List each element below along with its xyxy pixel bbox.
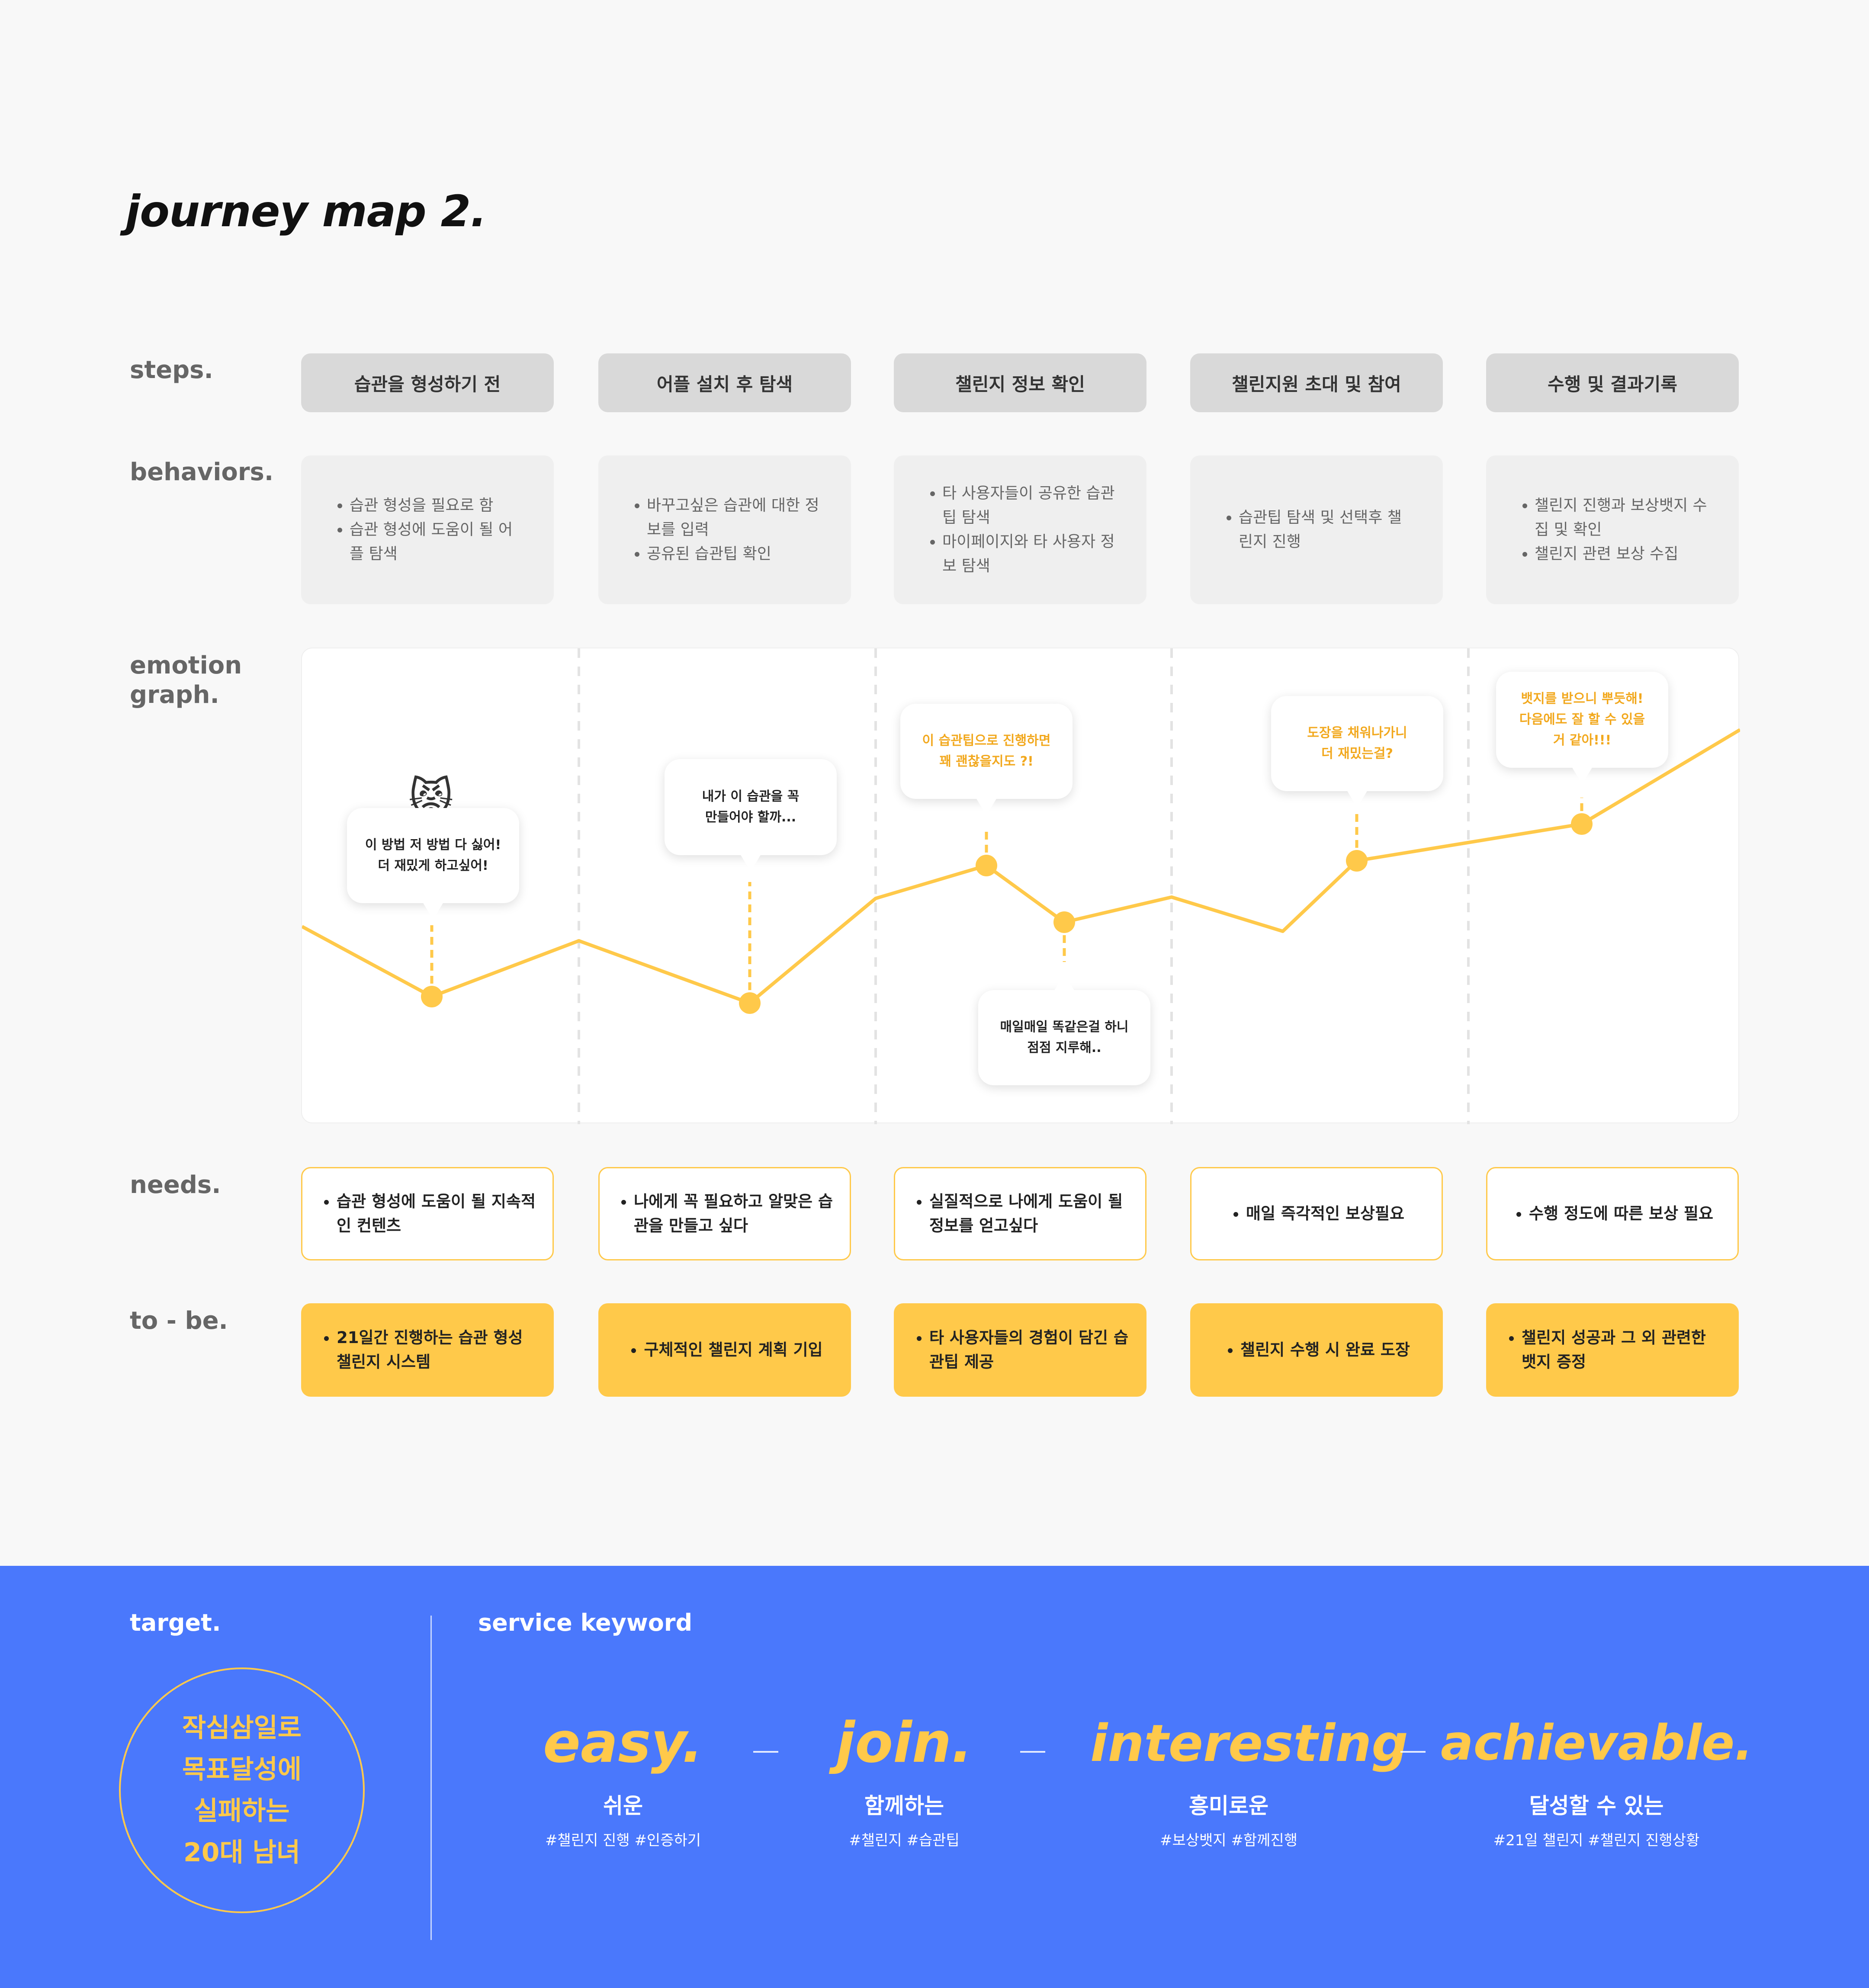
tobe-box: 21일간 진행하는 습관 형성 챌린지 시스템 bbox=[301, 1303, 554, 1397]
needs-box: 실질적으로 나에게 도움이 될 정보를 얻고싶다 bbox=[894, 1167, 1146, 1260]
row-label-emotion-graph: emotion graph. bbox=[130, 651, 242, 710]
keyword-tags: #챌린지 진행 #인증하기 bbox=[545, 1832, 701, 1849]
emotion-bubble: 이 방법 저 방법 다 싫어! 더 재밌게 하고싶어! bbox=[347, 808, 519, 920]
keyword-en: achievable. bbox=[1441, 1715, 1753, 1771]
behavior-item: 습관 형성에 도움이 될 어플 탐색 bbox=[350, 518, 523, 566]
bubble-text: 도장을 채워나가니 더 재밌는걸? bbox=[1307, 725, 1407, 761]
row-label-needs: needs. bbox=[130, 1171, 221, 1199]
needs-item: 습관 형성에 도움이 될 지속적인 컨텐츠 bbox=[337, 1190, 536, 1238]
row-label-steps: steps. bbox=[130, 356, 213, 384]
behavior-box: 바꾸고싶은 습관에 대한 정보를 입력공유된 습관팁 확인 bbox=[598, 455, 851, 604]
needs-box: 매일 즉각적인 보상필요 bbox=[1190, 1167, 1443, 1260]
target-circle: 작심삼일로 목표달성에 실패하는 20대 남녀 bbox=[119, 1667, 365, 1913]
tobe-box: 챌린지 수행 시 완료 도장 bbox=[1190, 1303, 1443, 1397]
step-box: 수행 및 결과기록 bbox=[1486, 353, 1739, 412]
emotion-bubble: 매일매일 똑같은걸 하니 점점 지루해.. bbox=[978, 974, 1150, 1085]
keyword-easy: easy. 쉬운 #챌린지 진행 #인증하기 bbox=[485, 1711, 761, 1850]
keyword-en: easy. bbox=[543, 1711, 703, 1775]
behavior-item: 습관팁 탐색 및 선택후 챌린지 진행 bbox=[1239, 506, 1412, 554]
keyword-ko: 쉬운 bbox=[603, 1793, 643, 1818]
keyword-achievable: achievable. 달성할 수 있는 #21일 챌린지 #챌린지 진행상황 bbox=[1441, 1711, 1753, 1850]
emotion-bubble: 도장을 채워나가니 더 재밌는걸? bbox=[1271, 696, 1443, 808]
step-box: 챌린지 정보 확인 bbox=[894, 353, 1146, 412]
behavior-item: 마이페이지와 타 사용자 정보 탐색 bbox=[942, 530, 1115, 578]
emotion-point bbox=[421, 986, 443, 1007]
keyword-en: join. bbox=[836, 1711, 973, 1775]
tobe-item: 타 사용자들의 경험이 담긴 습관팁 제공 bbox=[929, 1326, 1128, 1374]
keyword-ko: 함께하는 bbox=[864, 1793, 944, 1818]
keyword-en: interesting bbox=[1090, 1713, 1408, 1773]
needs-box: 습관 형성에 도움이 될 지속적인 컨텐츠 bbox=[301, 1167, 554, 1260]
behavior-box: 습관팁 탐색 및 선택후 챌린지 진행 bbox=[1190, 455, 1443, 604]
footer-divider bbox=[430, 1616, 432, 1940]
needs-item: 실질적으로 나에게 도움이 될 정보를 얻고싶다 bbox=[929, 1190, 1128, 1238]
behavior-item: 공유된 습관팁 확인 bbox=[647, 542, 820, 566]
behavior-box: 챌린지 진행과 보상뱃지 수집 및 확인챌린지 관련 보상 수집 bbox=[1486, 455, 1739, 604]
page-title: journey map 2. bbox=[125, 186, 487, 237]
needs-box: 수행 정도에 따른 보상 필요 bbox=[1486, 1167, 1739, 1260]
behavior-item: 챌린지 진행과 보상뱃지 수집 및 확인 bbox=[1535, 494, 1708, 542]
emotion-point bbox=[976, 855, 997, 876]
emotion-point bbox=[1346, 850, 1368, 872]
keyword-separator bbox=[1400, 1751, 1426, 1753]
emotion-point bbox=[1571, 813, 1593, 835]
tobe-item: 챌린지 성공과 그 외 관련한 뱃지 증정 bbox=[1522, 1326, 1721, 1374]
emotion-point bbox=[739, 992, 761, 1014]
tobe-box: 챌린지 성공과 그 외 관련한 뱃지 증정 bbox=[1486, 1303, 1739, 1397]
emotion-graph-panel: 😾 이 방법 저 방법 다 싫어! 더 재밌게 하고싶어! 내가 이 습관을 꼭… bbox=[301, 648, 1740, 1124]
tobe-item: 구체적인 챌린지 계획 기입 bbox=[644, 1338, 822, 1362]
row-label-emotion-line1: emotion bbox=[130, 651, 242, 680]
keyword-label: service keyword bbox=[478, 1609, 693, 1636]
bubble-text: 이 습관팁으로 진행하면 꽤 괜찮을지도 ?! bbox=[922, 733, 1051, 769]
needs-box: 나에게 꼭 필요하고 알맞은 습관을 만들고 싶다 bbox=[598, 1167, 851, 1260]
keyword-tags: #보상뱃지 #함께진행 bbox=[1159, 1832, 1298, 1849]
bubble-text: 이 방법 저 방법 다 싫어! 더 재밌게 하고싶어! bbox=[365, 837, 501, 873]
bubble-text: 내가 이 습관을 꼭 만들어야 할까... bbox=[702, 789, 800, 825]
keyword-ko: 달성할 수 있는 bbox=[1529, 1793, 1664, 1818]
emotion-bubble: 이 습관팁으로 진행하면 꽤 괜찮을지도 ?! bbox=[900, 704, 1073, 815]
needs-item: 매일 즉각적인 보상필요 bbox=[1246, 1202, 1404, 1226]
behavior-item: 타 사용자들이 공유한 습관팁 탐색 bbox=[942, 481, 1115, 530]
tobe-box: 타 사용자들의 경험이 담긴 습관팁 제공 bbox=[894, 1303, 1146, 1397]
target-text: 작심삼일로 목표달성에 실패하는 20대 남녀 bbox=[182, 1713, 302, 1868]
bubble-text: 뱃지를 받으니 뿌듯해! 다음에도 잘 할 수 있을 거 같아!!! bbox=[1519, 691, 1645, 748]
step-box: 습관을 형성하기 전 bbox=[301, 353, 554, 412]
row-label-behaviors: behaviors. bbox=[130, 458, 274, 486]
tobe-box: 구체적인 챌린지 계획 기입 bbox=[598, 1303, 851, 1397]
emotion-bubble: 뱃지를 받으니 뿌듯해! 다음에도 잘 할 수 있을 거 같아!!! bbox=[1496, 672, 1668, 784]
tobe-item: 챌린지 수행 시 완료 도장 bbox=[1240, 1338, 1410, 1362]
needs-item: 수행 정도에 따른 보상 필요 bbox=[1529, 1202, 1713, 1226]
keyword-ko: 흥미로운 bbox=[1189, 1793, 1268, 1818]
step-box: 챌린지원 초대 및 참여 bbox=[1190, 353, 1443, 412]
step-box: 어플 설치 후 탐색 bbox=[598, 353, 851, 412]
behavior-item: 습관 형성을 필요로 함 bbox=[350, 494, 523, 518]
keyword-join: join. 함께하는 #챌린지 #습관팁 bbox=[766, 1711, 1043, 1850]
row-label-tobe: to - be. bbox=[130, 1307, 228, 1335]
bubble-text: 매일매일 똑같은걸 하니 점점 지루해.. bbox=[1000, 1020, 1129, 1055]
behavior-item: 바꾸고싶은 습관에 대한 정보를 입력 bbox=[647, 494, 820, 542]
target-label: target. bbox=[130, 1609, 221, 1636]
emotion-point bbox=[1053, 911, 1075, 933]
tobe-item: 21일간 진행하는 습관 형성 챌린지 시스템 bbox=[337, 1326, 536, 1374]
keyword-interesting: interesting 흥미로운 #보상뱃지 #함께진행 bbox=[1090, 1711, 1408, 1850]
keyword-separator bbox=[1020, 1751, 1045, 1753]
keyword-tags: #21일 챌린지 #챌린지 진행상황 bbox=[1493, 1832, 1700, 1849]
needs-item: 나에게 꼭 필요하고 알맞은 습관을 만들고 싶다 bbox=[634, 1190, 833, 1238]
row-label-emotion-line2: graph. bbox=[130, 681, 219, 709]
keyword-tags: #챌린지 #습관팁 bbox=[849, 1832, 960, 1849]
emotion-bubble: 내가 이 습관을 꼭 만들어야 할까... bbox=[665, 759, 837, 872]
behavior-item: 챌린지 관련 보상 수집 bbox=[1535, 542, 1708, 566]
behavior-box: 습관 형성을 필요로 함습관 형성에 도움이 될 어플 탐색 bbox=[301, 455, 554, 604]
behavior-box: 타 사용자들이 공유한 습관팁 탐색마이페이지와 타 사용자 정보 탐색 bbox=[894, 455, 1146, 604]
